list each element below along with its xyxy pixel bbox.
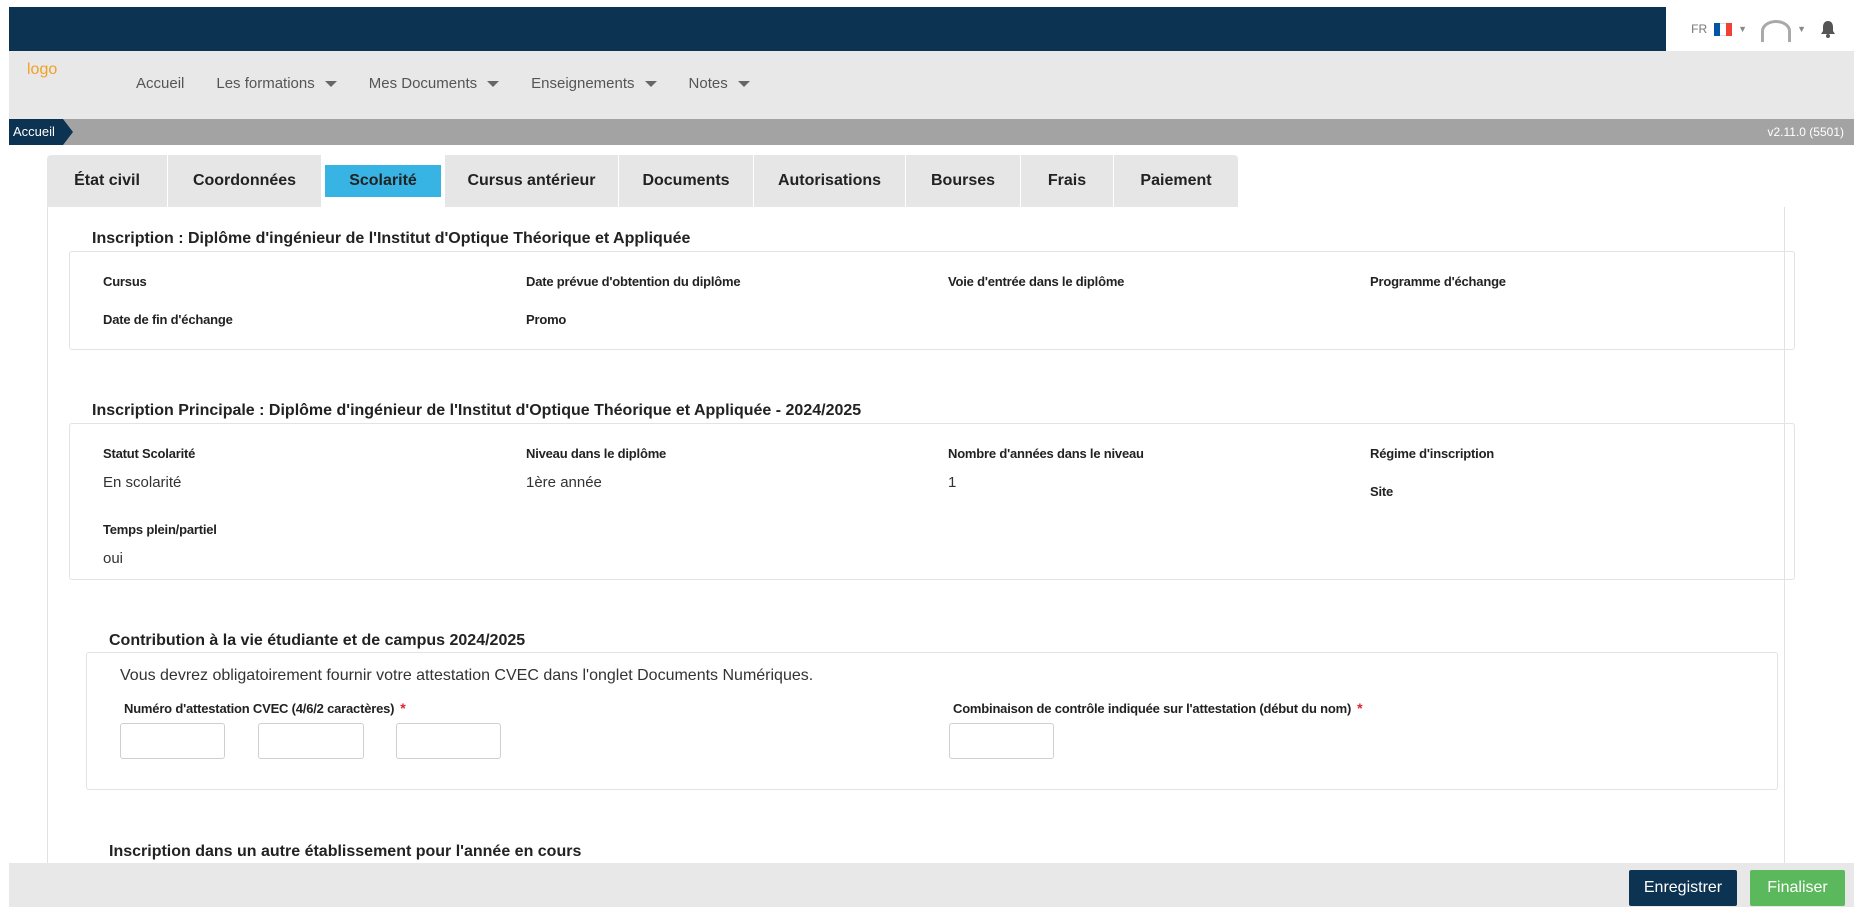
user-caret-icon[interactable]: ▼ bbox=[1797, 24, 1806, 34]
inscription-principale-box bbox=[69, 423, 1795, 580]
logo[interactable]: logo bbox=[27, 61, 57, 79]
temps-plein-value: oui bbox=[103, 550, 124, 567]
version-label: v2.11.0 (5501) bbox=[1767, 125, 1845, 139]
nav-item-enseignements[interactable]: Enseignements bbox=[531, 75, 657, 92]
cvec-combinaison-label: Combinaison de contrôle indiquée sur l'a… bbox=[953, 700, 1363, 716]
save-button[interactable]: Enregistrer bbox=[1629, 870, 1737, 906]
finish-button[interactable]: Finaliser bbox=[1750, 870, 1845, 906]
bell-icon[interactable] bbox=[1820, 20, 1836, 38]
tab-coordonnees[interactable]: Coordonnées bbox=[168, 155, 322, 207]
autre-etablissement-title: Inscription dans un autre établissement … bbox=[109, 843, 582, 860]
voie-entree-label: Voie d'entrée dans le diplôme bbox=[948, 274, 1125, 289]
top-bar: FR ▼ ▼ bbox=[9, 7, 1854, 51]
temps-plein-label: Temps plein/partiel bbox=[103, 522, 217, 537]
cvec-title: Contribution à la vie étudiante et de ca… bbox=[109, 632, 526, 649]
cvec-numero-input-1[interactable] bbox=[120, 723, 225, 759]
tab-scolarite[interactable]: Scolarité bbox=[322, 155, 445, 207]
promo-label: Promo bbox=[526, 312, 567, 327]
tab-cursus-anterieur[interactable]: Cursus antérieur bbox=[445, 155, 619, 207]
required-asterisk: * bbox=[400, 700, 406, 716]
statut-scolarite-value: En scolarité bbox=[103, 474, 182, 491]
niveau-label: Niveau dans le diplôme bbox=[526, 446, 667, 461]
nav-item-notes[interactable]: Notes bbox=[689, 75, 750, 92]
date-fin-echange-label: Date de fin d'échange bbox=[103, 312, 233, 327]
footer-action-bar: Enregistrer Finaliser bbox=[9, 863, 1854, 907]
regime-inscription-label: Régime d'inscription bbox=[1370, 446, 1495, 461]
site-label: Site bbox=[1370, 484, 1394, 499]
user-area: FR ▼ ▼ bbox=[1666, 7, 1854, 51]
nb-annees-value: 1 bbox=[948, 474, 957, 491]
tab-frais[interactable]: Frais bbox=[1021, 155, 1114, 207]
tab-documents[interactable]: Documents bbox=[619, 155, 754, 207]
date-prevue-label: Date prévue d'obtention du diplôme bbox=[526, 274, 741, 289]
statut-scolarite-label: Statut Scolarité bbox=[103, 446, 196, 461]
nav-item-les-formations[interactable]: Les formations bbox=[216, 75, 337, 92]
main-navbar: logo Accueil Les formations Mes Document… bbox=[9, 51, 1854, 119]
niveau-value: 1ère année bbox=[526, 474, 602, 491]
cvec-numero-label: Numéro d'attestation CVEC (4/6/2 caractè… bbox=[124, 700, 406, 716]
user-icon[interactable] bbox=[1761, 20, 1792, 42]
chevron-down-icon bbox=[737, 80, 750, 87]
tab-paiement[interactable]: Paiement bbox=[1114, 155, 1238, 207]
inscription-principale-title: Inscription Principale : Diplôme d'ingén… bbox=[92, 402, 862, 419]
language-selector[interactable]: FR bbox=[1691, 22, 1707, 36]
cvec-combinaison-input[interactable] bbox=[949, 723, 1054, 759]
french-flag-icon[interactable] bbox=[1714, 22, 1733, 36]
nb-annees-label: Nombre d'années dans le niveau bbox=[948, 446, 1144, 461]
cvec-numero-input-2[interactable] bbox=[258, 723, 364, 759]
tab-bourses[interactable]: Bourses bbox=[906, 155, 1021, 207]
tab-bar: État civil Coordonnées Scolarité Cursus … bbox=[47, 155, 1238, 207]
breadcrumb: Accueil v2.11.0 (5501) bbox=[9, 119, 1854, 145]
programme-echange-label: Programme d'échange bbox=[1370, 274, 1506, 289]
chevron-down-icon bbox=[324, 80, 337, 87]
inscription-box bbox=[69, 251, 1795, 350]
breadcrumb-item-accueil[interactable]: Accueil bbox=[9, 119, 73, 145]
cvec-notice: Vous devrez obligatoirement fournir votr… bbox=[120, 667, 814, 684]
language-caret-icon[interactable]: ▼ bbox=[1738, 24, 1747, 34]
chevron-down-icon bbox=[644, 80, 657, 87]
nav-item-mes-documents[interactable]: Mes Documents bbox=[369, 75, 500, 92]
tab-etat-civil[interactable]: État civil bbox=[47, 155, 168, 207]
tab-autorisations[interactable]: Autorisations bbox=[754, 155, 906, 207]
chevron-down-icon bbox=[487, 80, 500, 87]
cursus-label: Cursus bbox=[103, 274, 147, 289]
nav-menu: Accueil Les formations Mes Documents Ens… bbox=[136, 75, 782, 92]
required-asterisk: * bbox=[1357, 700, 1363, 716]
nav-item-accueil[interactable]: Accueil bbox=[136, 75, 184, 92]
cvec-numero-input-3[interactable] bbox=[396, 723, 501, 759]
inscription-title: Inscription : Diplôme d'ingénieur de l'I… bbox=[92, 230, 691, 247]
page: FR ▼ ▼ logo Accueil Les formations Mes D… bbox=[0, 0, 1854, 907]
